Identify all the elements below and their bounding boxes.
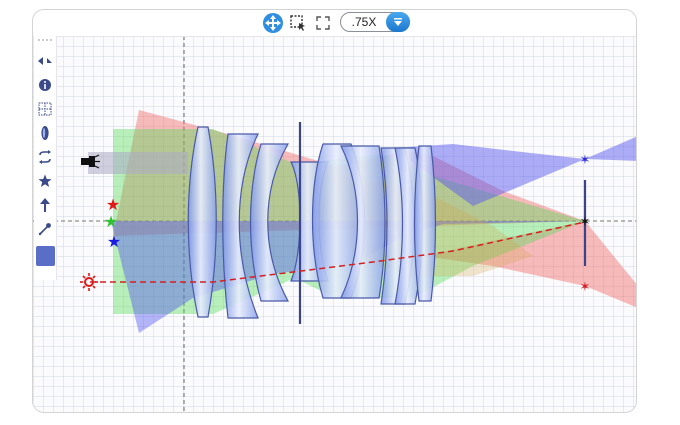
fit-button[interactable] — [311, 12, 335, 34]
chevron-down-icon — [394, 18, 402, 26]
optics-scene: ★ ★ ★ ✶ ✶ ✶ — [33, 36, 636, 412]
move-button[interactable] — [261, 12, 285, 34]
tool-lens[interactable] — [34, 122, 56, 144]
grip-icon — [38, 39, 52, 41]
tool-palette — [34, 36, 57, 280]
marquee-select-icon — [290, 15, 305, 31]
red-image-marker: ✶ — [580, 280, 591, 295]
tool-swap[interactable] — [34, 146, 56, 168]
lens-icon — [41, 126, 49, 140]
fit-screen-icon — [316, 16, 330, 30]
star-icon — [38, 174, 52, 187]
app-frame: ★ ★ ★ ✶ ✶ ✶ .75X — [32, 9, 637, 413]
info-icon — [39, 79, 51, 91]
tool-arrow[interactable] — [34, 194, 56, 216]
tool-star[interactable] — [34, 170, 56, 192]
grid-icon — [38, 102, 52, 116]
zoom-select[interactable]: .75X — [340, 12, 410, 32]
tool-grid[interactable] — [34, 98, 56, 120]
lens-1 — [187, 126, 217, 318]
optics-canvas[interactable]: ★ ★ ★ ✶ ✶ ✶ — [33, 36, 636, 412]
move-arrows-icon — [263, 13, 283, 33]
select-button[interactable] — [286, 12, 310, 34]
black-image-marker: ✶ — [580, 215, 591, 230]
tool-info[interactable] — [34, 74, 56, 96]
blue-image-marker: ✶ — [580, 153, 591, 168]
arrow-up-icon — [40, 198, 50, 212]
color-swatch[interactable] — [36, 246, 55, 266]
palette-grip[interactable] — [34, 36, 56, 44]
sun-icon[interactable] — [80, 273, 98, 291]
eyedropper-icon — [38, 223, 51, 236]
zoom-dropdown-button[interactable] — [386, 12, 410, 32]
tool-eyedropper[interactable] — [34, 218, 56, 240]
swap-icon — [39, 150, 51, 164]
zoom-value: .75X — [351, 15, 377, 29]
light-beam — [88, 152, 188, 174]
tool-collapse[interactable] — [34, 50, 56, 72]
green-star-marker[interactable]: ★ — [104, 212, 118, 231]
lens-9 — [413, 145, 437, 302]
collapse-expand-icon — [38, 57, 52, 65]
blue-star-marker[interactable]: ★ — [107, 232, 121, 251]
top-toolbar: .75X — [33, 10, 636, 37]
